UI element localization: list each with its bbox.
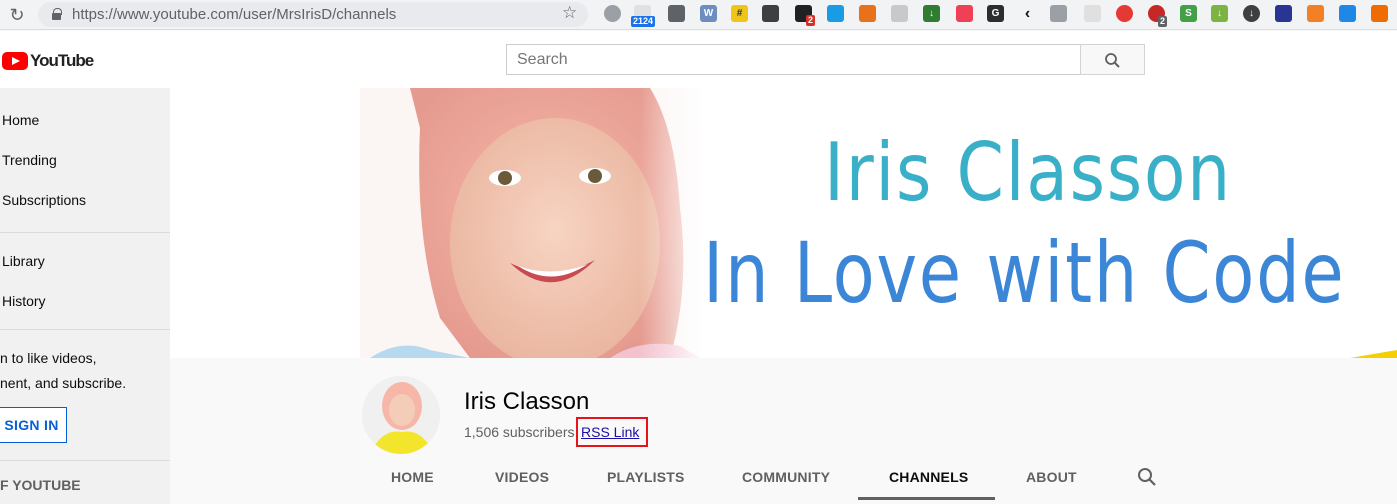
youtube-logo[interactable]: YouTube — [2, 51, 94, 71]
extension-glasses-icon[interactable] — [762, 5, 779, 22]
sidebar-divider — [0, 329, 170, 330]
search-button[interactable] — [1080, 44, 1145, 75]
browser-toolbar: ↻ https://www.youtube.com/user/MrsIrisD/… — [0, 0, 1397, 30]
sidebar-divider — [0, 460, 170, 461]
extension-s-icon[interactable]: S — [1180, 5, 1197, 22]
tab-playlists[interactable]: PLAYLISTS — [607, 469, 685, 485]
extension-circle-down-icon[interactable]: ↓ — [1243, 5, 1260, 22]
active-tab-indicator — [858, 497, 995, 500]
extension-white-icon[interactable] — [1084, 5, 1101, 22]
sidebar-section-title: F YOUTUBE — [0, 477, 81, 493]
address-bar[interactable]: https://www.youtube.com/user/MrsIrisD/ch… — [38, 2, 588, 27]
extension-blue-diamond-icon[interactable] — [1339, 5, 1356, 22]
signin-prompt: n to like videos, — [0, 350, 97, 366]
sidebar-item-history[interactable]: History — [2, 293, 46, 309]
extension-pocket-icon[interactable] — [956, 5, 973, 22]
channel-banner: Iris Classon In Love with Code — [170, 88, 1397, 358]
sidebar-item-home[interactable]: Home — [2, 112, 39, 128]
sidebar-item-subscriptions[interactable]: Subscriptions — [2, 192, 86, 208]
extension-badge: 2124 — [631, 16, 656, 27]
extension-badge: 2 — [1158, 16, 1168, 27]
extension-knowledge-icon[interactable] — [1050, 5, 1067, 22]
sidebar-divider — [0, 232, 170, 233]
extension-shield-icon[interactable] — [891, 5, 908, 22]
sign-in-button[interactable]: SIGN IN — [0, 407, 67, 443]
signin-prompt: nent, and subscribe. — [0, 375, 127, 391]
lock-icon — [52, 8, 62, 20]
banner-tagline: In Love with Code — [703, 224, 1346, 322]
search-box — [506, 44, 1081, 75]
sidebar-item-library[interactable]: Library — [2, 253, 45, 269]
channel-name: Iris Classon — [464, 388, 590, 415]
extension-g-icon[interactable]: G — [987, 5, 1004, 22]
extension-pinwheel-icon[interactable] — [859, 5, 876, 22]
channel-search-icon[interactable] — [1136, 466, 1158, 488]
sidebar: Home Trending Subscriptions Library Hist… — [0, 88, 170, 504]
extension-stack-icon[interactable] — [1307, 5, 1324, 22]
masthead: YouTube — [0, 31, 1397, 88]
banner-title: Iris Classon — [824, 126, 1232, 219]
extension-download-icon[interactable]: ↓ — [923, 5, 940, 22]
avatar-image — [362, 376, 440, 454]
subscriber-count: 1,506 subscribers — [464, 424, 575, 440]
extension-blue-square-icon[interactable] — [827, 5, 844, 22]
tab-home[interactable]: HOME — [391, 469, 434, 485]
extension-pin-icon[interactable] — [668, 5, 685, 22]
extension-green-arrow-icon[interactable]: ↓ — [1211, 5, 1228, 22]
tab-channels[interactable]: CHANNELS — [889, 469, 968, 485]
sidebar-item-trending[interactable]: Trending — [2, 152, 57, 168]
bookmark-star-icon[interactable]: ☆ — [562, 3, 577, 23]
tab-community[interactable]: COMMUNITY — [742, 469, 830, 485]
extension-hash-icon[interactable]: # — [731, 5, 748, 22]
channel-avatar[interactable] — [362, 376, 440, 454]
extension-wz-icon[interactable]: W — [700, 5, 717, 22]
url-text[interactable]: https://www.youtube.com/user/MrsIrisD/ch… — [72, 6, 396, 23]
extension-chevron-icon[interactable]: ‹ — [1019, 5, 1036, 22]
extension-badge: 2 — [806, 15, 816, 26]
logo-text: YouTube — [30, 51, 94, 70]
youtube-play-icon — [2, 52, 28, 70]
reload-icon[interactable]: ↻ — [6, 4, 28, 26]
extension-code-icon[interactable] — [1116, 5, 1133, 22]
search-icon — [1105, 53, 1120, 68]
tab-about[interactable]: ABOUT — [1026, 469, 1077, 485]
search-input[interactable] — [507, 45, 1080, 74]
extension-chart-icon[interactable] — [1275, 5, 1292, 22]
extension-orange-icon[interactable] — [1371, 5, 1388, 22]
extension-globe-icon[interactable] — [604, 5, 621, 22]
rss-link[interactable]: RSS Link — [581, 424, 639, 440]
tab-videos[interactable]: VIDEOS — [495, 469, 549, 485]
